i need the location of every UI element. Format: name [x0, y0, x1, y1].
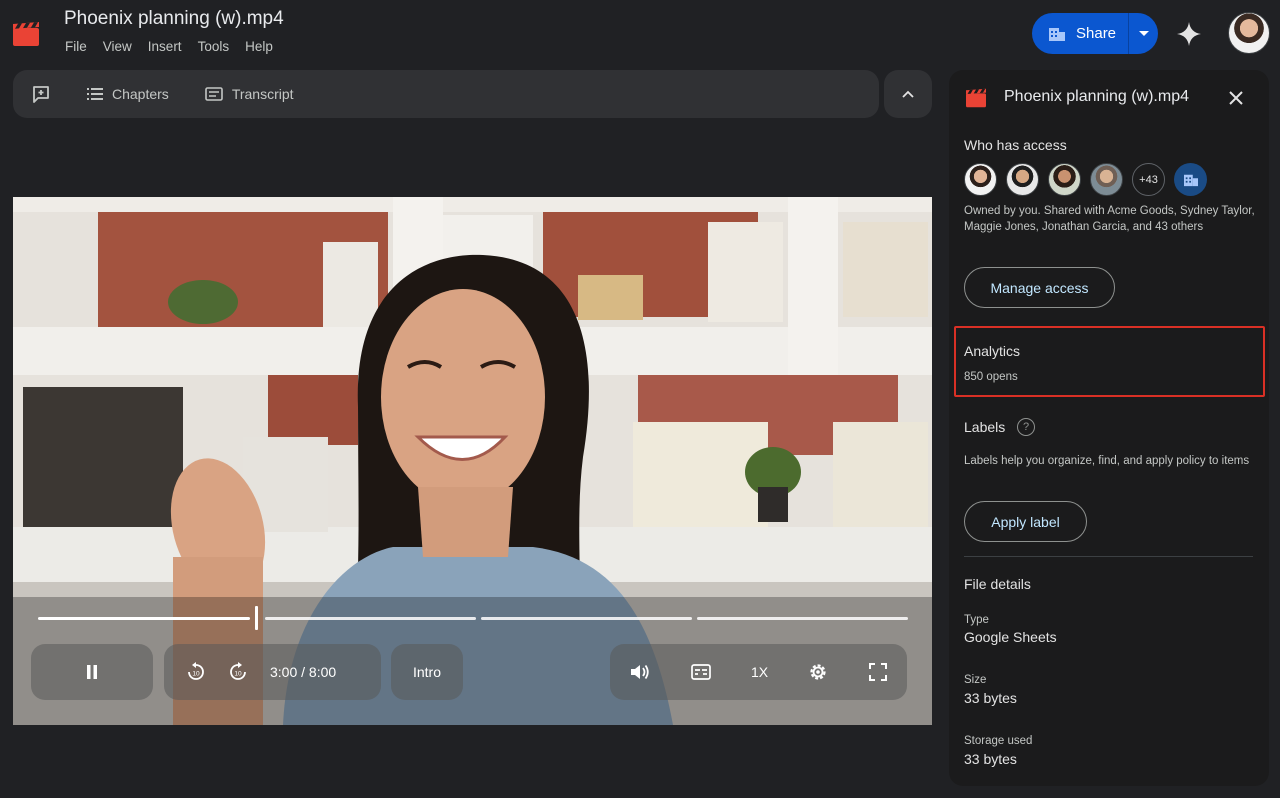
forward-10-icon[interactable]: 10 [228, 662, 248, 682]
transcript-label: Transcript [231, 86, 294, 102]
analytics-highlight[interactable] [954, 326, 1265, 397]
progress-segment [38, 617, 250, 620]
menu-view[interactable]: View [103, 39, 132, 54]
avatar [1006, 163, 1039, 196]
labels-description: Labels help you organize, find, and appl… [964, 455, 1250, 467]
fullscreen-icon[interactable] [868, 663, 887, 681]
time-display: 3:00 / 8:00 [270, 664, 337, 680]
video-toolbar: Chapters Transcript [13, 70, 879, 118]
chapters-label: Chapters [112, 86, 169, 102]
pause-icon [87, 665, 97, 679]
help-icon[interactable]: ? [1017, 418, 1035, 436]
analytics-heading: Analytics [964, 343, 1021, 359]
owner-text: Owned by you. Shared with Acme Goods, Sy… [964, 205, 1255, 233]
transcript-button[interactable]: Transcript [205, 86, 294, 102]
video-player[interactable]: 10 10 3:00 / 8:00 Intro 1X [13, 197, 932, 725]
menu-file[interactable]: File [65, 39, 87, 54]
vids-app-icon [13, 22, 39, 46]
menu-help[interactable]: Help [245, 39, 273, 54]
playback-speed-button[interactable]: 1X [751, 664, 768, 680]
vids-app-icon [966, 88, 986, 108]
panel-title: Phoenix planning (w).mp4 [1004, 88, 1189, 105]
gemini-sparkle-icon[interactable] [1176, 21, 1202, 47]
who-has-access-heading: Who has access [964, 137, 1067, 153]
divider [964, 556, 1253, 557]
close-icon[interactable] [1227, 89, 1245, 107]
size-value: 33 bytes [964, 690, 1017, 706]
drive-shared-icon [1183, 174, 1198, 186]
apply-label-button[interactable]: Apply label [964, 501, 1087, 542]
file-details-heading: File details [964, 576, 1031, 592]
type-value: Google Sheets [964, 629, 1057, 645]
add-comment-icon [33, 86, 49, 103]
storage-value: 33 bytes [964, 751, 1017, 767]
caret-down-icon [1138, 30, 1149, 36]
menu-tools[interactable]: Tools [198, 39, 230, 54]
group-avatar [1174, 163, 1207, 196]
account-avatar[interactable] [1228, 12, 1270, 54]
drive-shared-icon [1049, 27, 1065, 41]
details-panel: Phoenix planning (w).mp4 Who has access … [949, 70, 1269, 786]
chapters-button[interactable]: Chapters [87, 86, 169, 102]
manage-access-button[interactable]: Manage access [964, 267, 1115, 308]
share-label: Share [1076, 25, 1117, 42]
menu-bar: File View Insert Tools Help [65, 39, 289, 54]
pause-button[interactable] [31, 644, 153, 700]
size-label: Size [964, 674, 987, 686]
settings-icon[interactable] [808, 662, 828, 682]
chapters-list-icon [87, 88, 103, 100]
share-button-group: Share [1032, 13, 1158, 54]
playback-controls: 10 10 3:00 / 8:00 [164, 644, 381, 700]
access-avatars[interactable]: +43 [964, 163, 1207, 196]
analytics-value: 850 opens [964, 371, 1018, 383]
share-options-button[interactable] [1129, 30, 1158, 37]
document-title[interactable]: Phoenix planning (w).mp4 [64, 8, 284, 30]
svg-text:10: 10 [234, 671, 242, 678]
avatar [1048, 163, 1081, 196]
progress-bar[interactable] [38, 606, 908, 630]
type-label: Type [964, 614, 989, 626]
transcript-icon [205, 87, 223, 101]
chapter-button[interactable]: Intro [391, 644, 463, 700]
avatar [1090, 163, 1123, 196]
svg-text:10: 10 [192, 671, 200, 678]
volume-icon[interactable] [630, 663, 650, 681]
scrub-handle[interactable] [255, 606, 258, 630]
add-comment-button[interactable] [31, 84, 51, 104]
rewind-10-icon[interactable]: 10 [186, 662, 206, 682]
avatar [964, 163, 997, 196]
progress-segment [697, 617, 908, 620]
labels-heading: Labels [964, 419, 1006, 435]
collapse-toolbar-button[interactable] [884, 70, 932, 118]
progress-segment [265, 617, 476, 620]
share-button[interactable]: Share [1032, 13, 1128, 54]
captions-icon[interactable] [690, 664, 711, 680]
menu-insert[interactable]: Insert [148, 39, 182, 54]
progress-segment [481, 617, 692, 620]
chevron-up-icon [902, 90, 914, 98]
more-people-count: +43 [1132, 163, 1165, 196]
storage-label: Storage used [964, 735, 1033, 747]
player-settings-controls: 1X [610, 644, 907, 700]
chapter-label: Intro [412, 664, 441, 680]
